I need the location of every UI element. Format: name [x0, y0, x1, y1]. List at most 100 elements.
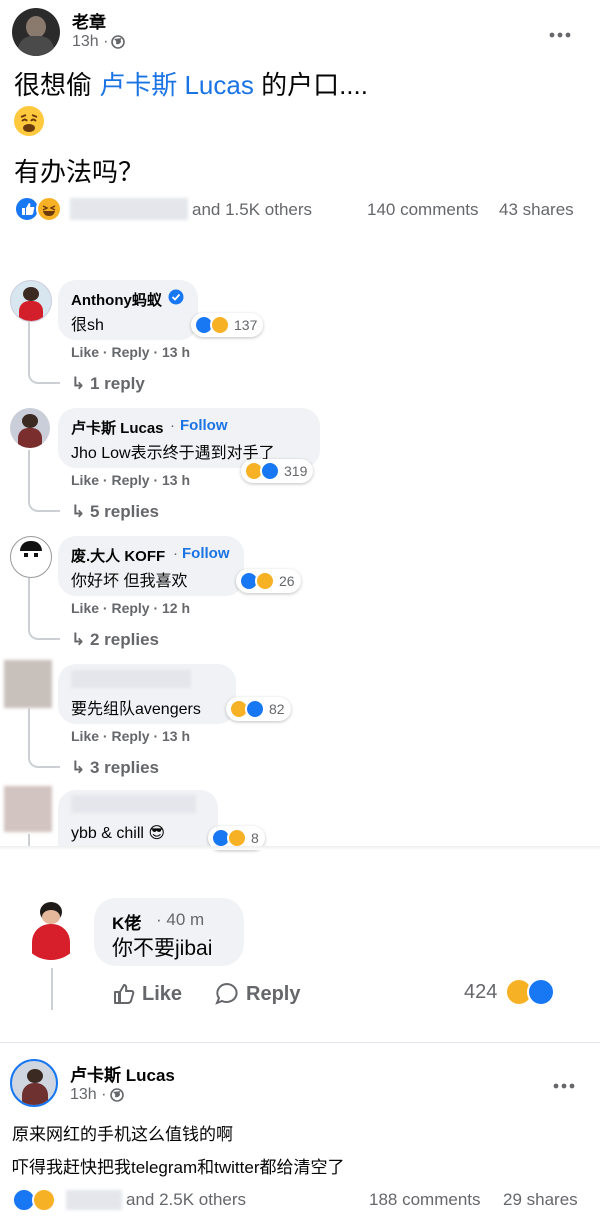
comment-avatar[interactable] — [10, 408, 50, 448]
replies-count: 1 reply — [89, 374, 145, 393]
blurred-author-name — [71, 795, 196, 813]
follow-link[interactable]: Follow — [182, 545, 230, 562]
thread-connector — [28, 834, 30, 846]
comment-actions[interactable]: Like · Reply · 12 h — [71, 600, 190, 616]
like-outline-icon — [114, 984, 135, 1004]
post2-author-name[interactable]: 卢卡斯 Lucas — [70, 1061, 175, 1086]
blurred-author-name — [71, 670, 191, 688]
post1-author-avatar[interactable] — [12, 8, 60, 56]
comment-author[interactable]: 废.大人 KOFF — [71, 545, 165, 566]
view-replies-link[interactable]: ↳ 3 replies — [71, 758, 159, 778]
replies-count: 3 replies — [89, 758, 159, 777]
reaction-count: 319 — [284, 463, 308, 479]
post1-timestamp[interactable]: 13h · — [72, 33, 108, 51]
comment-avatar[interactable] — [4, 786, 52, 832]
comment-text-content: ybb & chill 😎 — [71, 825, 166, 842]
more-options-icon[interactable] — [548, 26, 572, 38]
comment-reactions[interactable]: 319 — [241, 459, 314, 483]
post1-reactions-others[interactable]: and 1.5K others — [192, 200, 312, 220]
reaction-count: 8 — [251, 830, 259, 846]
haha-reaction-icon — [32, 1188, 56, 1212]
haha-reaction-icon — [210, 315, 230, 335]
screenshot-divider — [0, 846, 600, 850]
reply-button-label: Reply — [246, 982, 301, 1005]
view-replies-link[interactable]: ↳ 1 reply — [71, 374, 145, 394]
comment-actions[interactable]: Like · Reply · 13 h — [71, 472, 190, 488]
post1-text-b: 的户口.... — [253, 70, 368, 100]
reply-button[interactable]: Reply — [214, 980, 300, 1008]
reaction-count: 82 — [269, 701, 285, 717]
follow-link[interactable]: Follow — [180, 417, 228, 434]
post2-text-line2: 吓得我赶快把我telegram和twitter都给清空了 — [12, 1158, 345, 1177]
reply-arrow-icon: ↳ — [71, 758, 86, 777]
follow-separator: · — [170, 417, 175, 434]
haha-reaction-icon — [227, 828, 247, 848]
comment-time[interactable]: · 40 m — [156, 910, 204, 930]
post2-shares-count[interactable]: 29 shares — [503, 1190, 578, 1210]
blurred-names — [70, 198, 188, 220]
comment-author[interactable]: K佬 — [112, 909, 141, 934]
post2-comments-count[interactable]: 188 comments — [369, 1190, 481, 1210]
like-button-label: Like — [142, 982, 183, 1005]
like-button[interactable]: Like — [112, 980, 182, 1008]
view-replies-link[interactable]: ↳ 2 replies — [71, 630, 159, 650]
comment-text: 要先组队avengers — [71, 701, 201, 718]
like-reaction-icon — [260, 461, 280, 481]
post2-reactions-others[interactable]: and 2.5K others — [126, 1190, 246, 1210]
more-options-icon[interactable] — [552, 1077, 576, 1089]
comment-avatar[interactable] — [10, 536, 52, 578]
reply-arrow-icon: ↳ — [71, 630, 86, 649]
comment-author[interactable]: Anthony蚂蚁 — [71, 289, 162, 310]
thread-connector — [28, 450, 60, 512]
thread-connector — [51, 968, 53, 1010]
haha-reaction-icon — [36, 196, 62, 222]
post1-reaction-icons[interactable] — [14, 196, 66, 222]
post1-text-a: 很想偷 — [14, 70, 100, 100]
thread-connector — [28, 322, 60, 384]
comment-reactions[interactable]: 424 — [464, 977, 556, 1007]
replies-count: 5 replies — [89, 502, 159, 521]
reaction-count: 137 — [234, 317, 258, 333]
reply-arrow-icon: ↳ — [71, 374, 86, 393]
post1-text: 很想偷 卢卡斯 Lucas 的户口.... — [14, 68, 584, 102]
like-reaction-icon — [527, 978, 556, 1006]
verified-badge-icon — [168, 289, 184, 305]
comment-actions[interactable]: Like · Reply · 13 h — [71, 728, 190, 744]
post1-shares-count[interactable]: 43 shares — [499, 200, 574, 220]
like-reaction-icon — [245, 699, 265, 719]
comment-avatar[interactable] — [4, 660, 52, 708]
comment-text: 你不要jibai — [112, 937, 213, 960]
post2-text-line1: 原来网红的手机这么值钱的啊 — [12, 1125, 233, 1144]
comment-text: ybb & chill 😎 — [71, 823, 165, 843]
comment-text: 很sh — [71, 317, 104, 334]
comment-reactions[interactable]: 137 — [191, 313, 264, 337]
globe-icon — [110, 1088, 124, 1102]
post1-text-line3: 有办法吗？ — [14, 157, 145, 187]
post1-comments-count[interactable]: 140 comments — [367, 200, 479, 220]
blurred-names — [66, 1190, 122, 1210]
comment-avatar[interactable] — [10, 280, 52, 322]
comment-reactions[interactable]: 82 — [226, 697, 291, 721]
thread-connector — [28, 708, 60, 768]
post-separator — [0, 1042, 600, 1043]
comment-author[interactable]: 卢卡斯 Lucas — [71, 417, 164, 438]
thread-connector — [28, 578, 60, 640]
post2-reaction-icons[interactable] — [12, 1188, 60, 1212]
comment-text: 你好坏 但我喜欢 — [71, 573, 188, 590]
post2-author-avatar[interactable] — [10, 1059, 58, 1107]
post1-author-name[interactable]: 老章 — [72, 8, 106, 33]
weary-emoji-icon — [14, 106, 44, 136]
reaction-count: 26 — [279, 573, 295, 589]
reply-arrow-icon: ↳ — [71, 502, 86, 521]
comment-reactions[interactable]: 26 — [236, 569, 301, 593]
post1-mention-link[interactable]: 卢卡斯 Lucas — [99, 70, 254, 100]
haha-reaction-icon — [255, 571, 275, 591]
view-replies-link[interactable]: ↳ 5 replies — [71, 502, 159, 522]
reaction-count: 424 — [464, 980, 498, 1003]
comment-actions[interactable]: Like · Reply · 13 h — [71, 344, 190, 360]
comment-avatar[interactable] — [20, 898, 82, 960]
post2-timestamp[interactable]: 13h · — [70, 1086, 106, 1104]
comment-bubble-icon — [215, 982, 238, 1005]
globe-icon — [111, 35, 125, 49]
comment-text: Jho Low表示终于遇到对手了 — [71, 445, 275, 462]
